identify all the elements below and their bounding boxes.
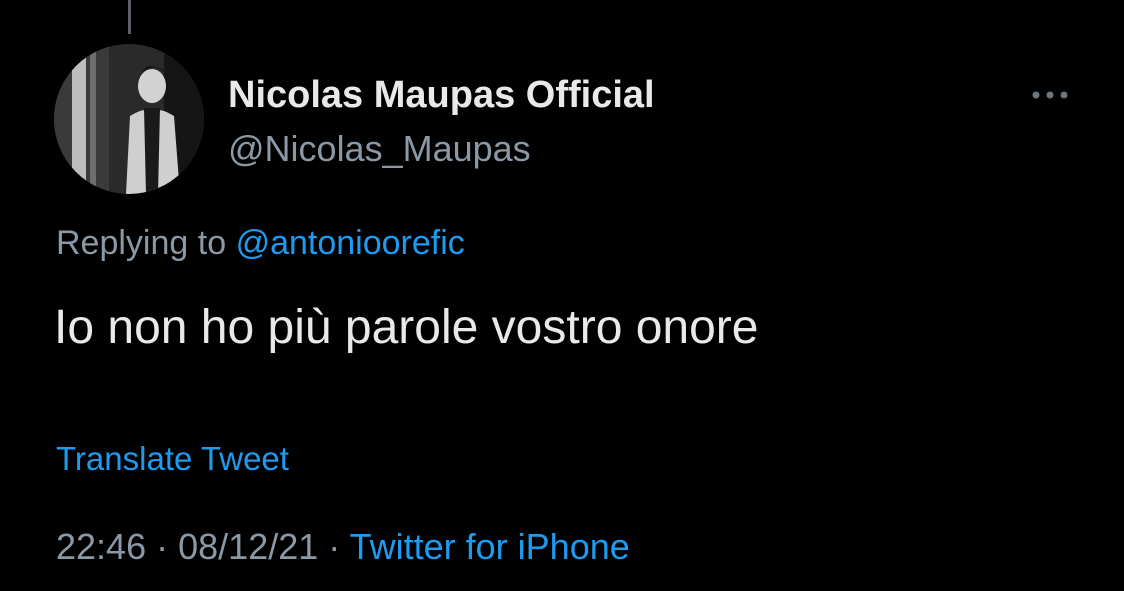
display-name[interactable]: Nicolas Maupas Official (228, 74, 655, 117)
avatar[interactable] (54, 44, 204, 194)
tweet-text: Io non ho più parole vostro onore (54, 301, 759, 354)
more-horizontal-icon[interactable] (1030, 86, 1070, 104)
tweet-metadata: 22:46 · 08/12/21 · Twitter for iPhone (56, 526, 630, 568)
tweet-source-link[interactable]: Twitter for iPhone (350, 526, 630, 567)
tweet-time[interactable]: 22:46 (56, 526, 146, 567)
replying-to-prefix: Replying to (56, 224, 227, 262)
tweet-date[interactable]: 08/12/21 (178, 526, 318, 567)
translate-tweet-link[interactable]: Translate Tweet (56, 440, 289, 478)
thread-connector-line (128, 0, 131, 34)
meta-separator-2: · (328, 526, 341, 567)
user-handle[interactable]: @Nicolas_Maupas (228, 128, 531, 170)
replying-to-line: Replying to @antonioorefic (56, 224, 465, 263)
meta-separator: · (156, 526, 169, 567)
reply-mention-link[interactable]: @antonioorefic (236, 224, 465, 262)
